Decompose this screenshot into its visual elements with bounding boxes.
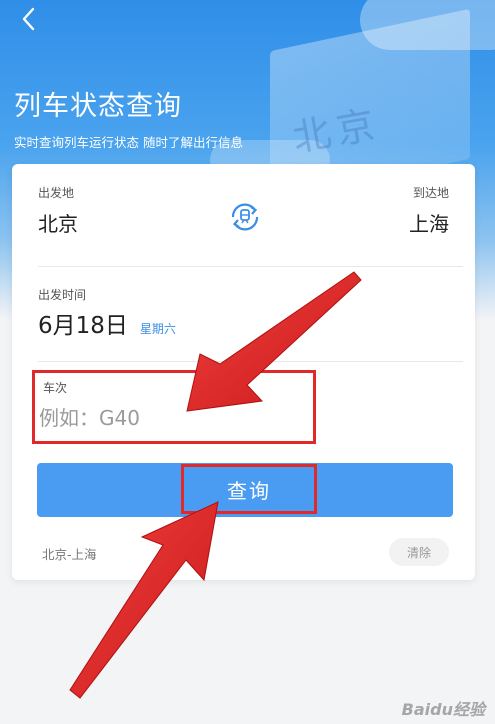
- page-title: 列车状态查询: [14, 91, 182, 122]
- watermark-logo: Baidu经验: [401, 700, 485, 719]
- query-button-highlight[interactable]: 查询: [181, 464, 317, 514]
- departure-label: 出发地: [38, 186, 75, 200]
- page-subtitle: 实时查询列车运行状态 随时了解出行信息: [14, 135, 243, 150]
- clear-history-button[interactable]: 清除: [389, 538, 449, 566]
- query-button-label: 查询: [227, 478, 271, 503]
- date-selector[interactable]: 6月18日 星期六: [38, 306, 176, 340]
- divider: [38, 361, 463, 362]
- weekday-label: 星期六: [139, 322, 176, 336]
- arrival-city[interactable]: 上海: [409, 208, 449, 237]
- chevron-left-icon: [22, 7, 35, 31]
- train-number-field-highlight[interactable]: 车次: [32, 370, 316, 444]
- departure-city[interactable]: 北京: [38, 208, 78, 237]
- train-number-label: 车次: [43, 381, 68, 395]
- date-value: 6月18日: [38, 313, 128, 339]
- date-label: 出发时间: [38, 288, 87, 302]
- train-number-input[interactable]: [39, 401, 309, 435]
- swap-arrows-icon[interactable]: [226, 198, 264, 236]
- divider: [38, 266, 463, 267]
- back-button[interactable]: [14, 4, 44, 34]
- arrival-label: 到达地: [412, 186, 449, 200]
- history-item[interactable]: 北京-上海: [42, 544, 97, 563]
- query-card: 出发地 北京 到达地 上海 出发时间 6月18日 星期六 车次 查询 北京-上海…: [12, 164, 475, 580]
